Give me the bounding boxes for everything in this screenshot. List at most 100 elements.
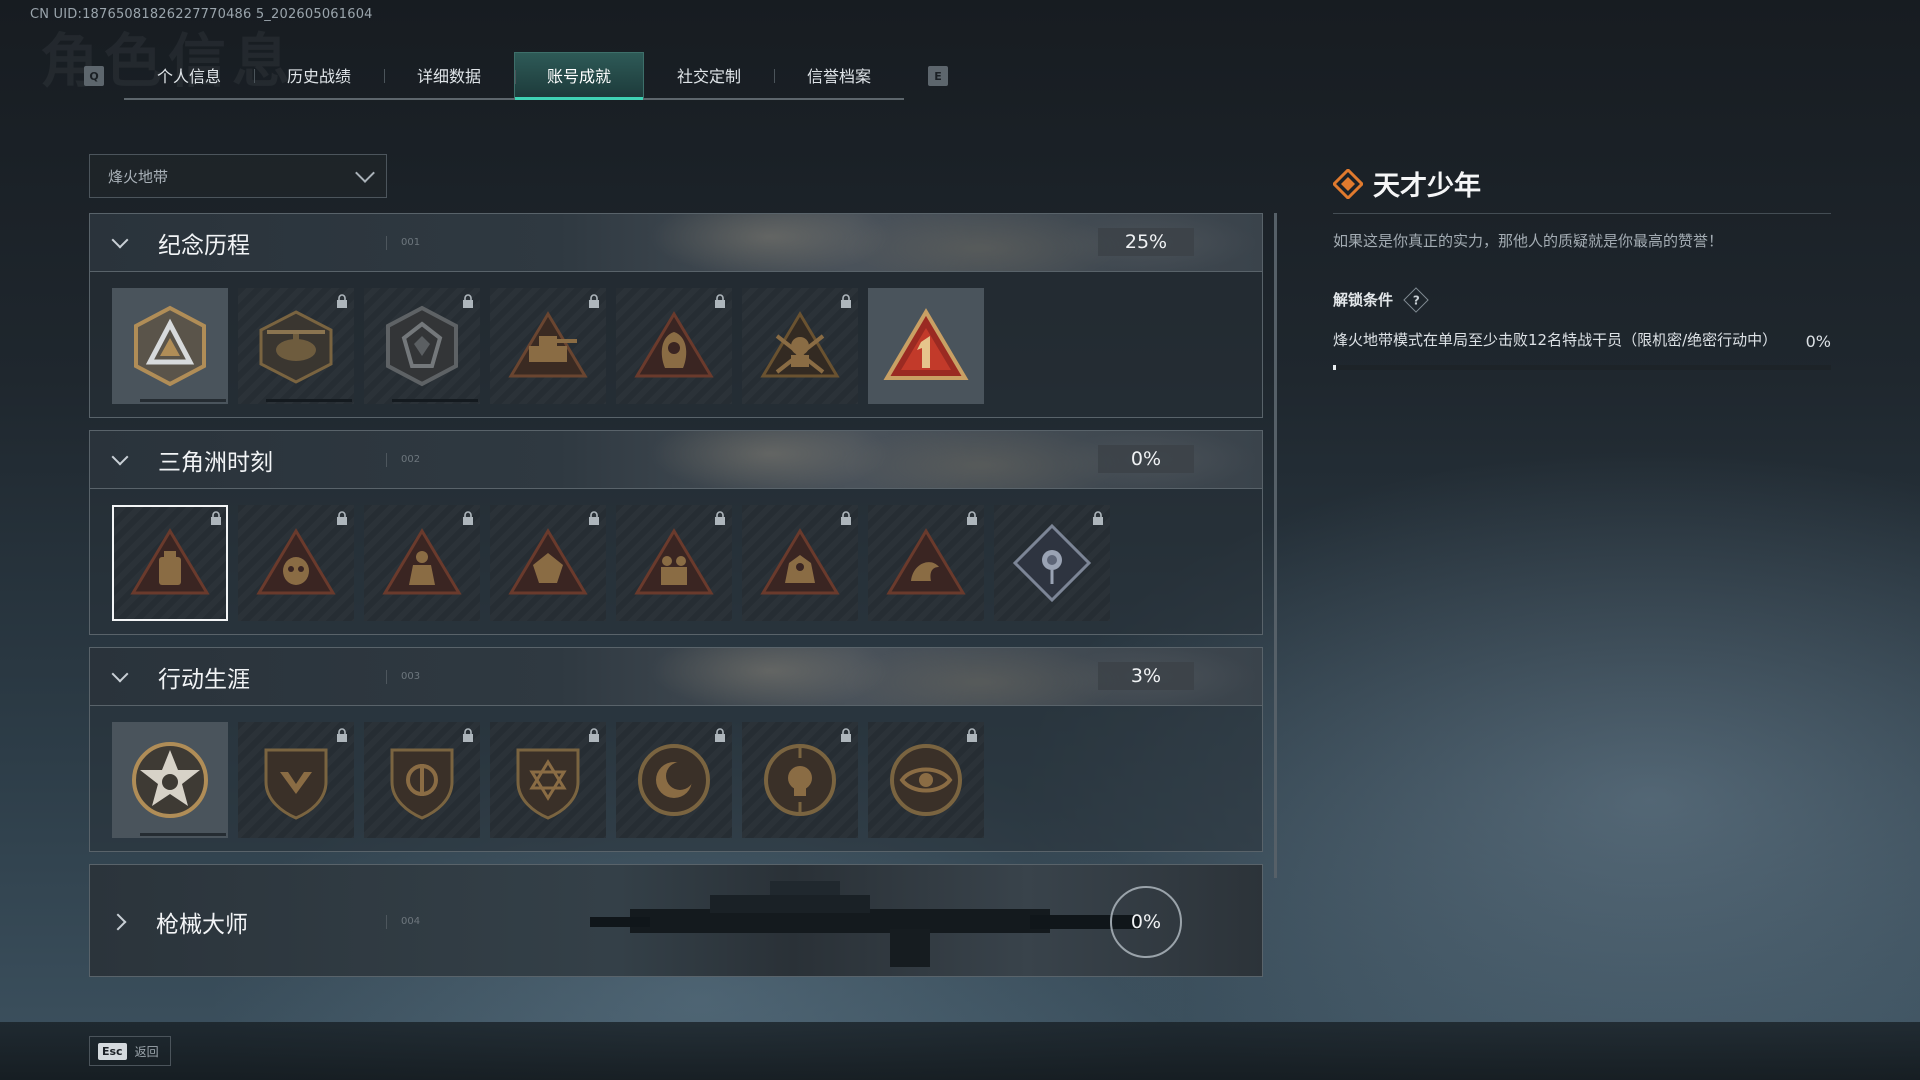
badge-slot[interactable] [490, 505, 606, 621]
badge-row [90, 705, 1262, 851]
expand-arrow-icon[interactable] [109, 913, 127, 930]
badge-progress-bar [266, 399, 352, 402]
lock-icon [463, 294, 473, 308]
category-title: 三角洲时刻 [158, 449, 273, 476]
help-icon-glyph: ? [1412, 292, 1420, 307]
category-weapon-master[interactable]: 枪械大师 004 0% [89, 864, 1263, 977]
lock-icon [715, 294, 725, 308]
tab-social-custom[interactable]: 社交定制 [644, 52, 774, 98]
rose-badge-icon [1012, 523, 1092, 603]
lock-icon [337, 294, 347, 308]
lock-icon [715, 728, 725, 742]
condition-text: 烽火地带模式在单局至少击败12名特战干员（限机密/绝密行动中） [1333, 331, 1778, 349]
fist-badge-icon [508, 528, 588, 595]
mode-dropdown-value: 烽火地带 [108, 167, 169, 186]
category-header[interactable]: 三角洲时刻 002 0% [90, 431, 1262, 488]
lock-icon [841, 511, 851, 525]
condition-progress-bar [1333, 365, 1831, 370]
helicopter-badge-icon [259, 310, 333, 384]
badge-slot[interactable] [490, 722, 606, 838]
badge-row [90, 488, 1262, 634]
badge-slot[interactable] [742, 722, 858, 838]
badge-slot[interactable] [364, 505, 480, 621]
back-label: 返回 [134, 1044, 159, 1059]
lock-icon [967, 728, 977, 742]
detail-header: 天才少年 [1333, 164, 1831, 214]
category-percent: 25% [1098, 228, 1194, 256]
badge-row [90, 271, 1262, 417]
badge-slot[interactable] [238, 722, 354, 838]
badge-slot[interactable] [238, 505, 354, 621]
category-percent: 3% [1098, 662, 1194, 690]
badge-slot[interactable] [616, 722, 732, 838]
soldiers-badge-icon [634, 528, 714, 595]
badge-slot[interactable] [112, 288, 228, 404]
category-memorial: 纪念历程 001 25% [89, 213, 1263, 418]
e-key-hint[interactable]: E [928, 66, 948, 86]
collapse-arrow-icon[interactable] [111, 665, 129, 682]
category-title: 枪械大师 [156, 911, 248, 938]
category-number: 001 [386, 236, 420, 250]
collapse-arrow-icon[interactable] [111, 231, 129, 248]
badge-slot[interactable] [112, 722, 228, 838]
soldier-crossed-rifles-badge-icon [760, 311, 840, 378]
category-percent-ring: 0% [1110, 886, 1182, 958]
badge-slot[interactable] [238, 288, 354, 404]
lock-icon [463, 511, 473, 525]
category-percent: 0% [1098, 445, 1194, 473]
badge-slot[interactable] [364, 722, 480, 838]
q-key-hint[interactable]: Q [84, 66, 104, 86]
triangle-shield-badge-icon [134, 305, 206, 387]
star-shield-badge-icon [516, 748, 580, 820]
lock-icon [715, 511, 725, 525]
category-header[interactable]: 枪械大师 004 0% [90, 865, 1262, 976]
esc-key-hint: Esc [98, 1042, 127, 1060]
badge-progress-bar [392, 399, 478, 402]
badge-slot[interactable] [994, 505, 1110, 621]
condition-percent: 0% [1805, 332, 1831, 351]
category-title: 行动生涯 [158, 666, 250, 693]
collapse-arrow-icon[interactable] [111, 448, 129, 465]
tank-badge-icon [508, 311, 588, 378]
lock-icon [1093, 511, 1103, 525]
badge-slot[interactable] [742, 288, 858, 404]
lock-icon [589, 728, 599, 742]
category-delta-moments: 三角洲时刻 002 0% [89, 430, 1263, 635]
tab-achievements[interactable]: 账号成就 [514, 52, 644, 100]
badge-slot[interactable] [742, 505, 858, 621]
gasmask-badge-icon [256, 528, 336, 595]
category-operation-career: 行动生涯 003 3% [89, 647, 1263, 852]
lock-icon [841, 294, 851, 308]
condition-progress-fill [1333, 365, 1336, 370]
badge-slot[interactable] [364, 288, 480, 404]
unlock-condition-title: 解锁条件 [1333, 291, 1394, 309]
number-one-badge-icon [883, 308, 969, 380]
badge-slot[interactable] [868, 722, 984, 838]
badge-slot[interactable] [616, 505, 732, 621]
help-icon[interactable]: ? [1403, 286, 1429, 313]
lock-icon [211, 511, 221, 525]
wing-shield-badge-icon [264, 748, 328, 820]
list-scrollbar[interactable] [1274, 213, 1277, 878]
lock-icon [337, 511, 347, 525]
lock-icon [841, 728, 851, 742]
badge-slot[interactable] [868, 288, 984, 404]
moon-coin-badge-icon [638, 744, 710, 816]
mode-dropdown[interactable]: 烽火地带 [89, 154, 387, 198]
badge-slot-selected[interactable] [112, 505, 228, 621]
category-header[interactable]: 纪念历程 001 25% [90, 214, 1262, 271]
badge-slot[interactable] [490, 288, 606, 404]
tab-detailed-data[interactable]: 详细数据 [384, 52, 514, 98]
badge-slot[interactable] [616, 288, 732, 404]
eye-coin-badge-icon [890, 744, 962, 816]
tab-match-history[interactable]: 历史战绩 [254, 52, 384, 98]
back-button[interactable]: Esc 返回 [89, 1036, 171, 1066]
badge-slot[interactable] [868, 505, 984, 621]
tab-personal-info[interactable]: 个人信息 [124, 52, 254, 98]
tab-reputation[interactable]: 信誉档案 [774, 52, 904, 98]
lock-icon [589, 294, 599, 308]
tab-strip: 个人信息 历史战绩 详细数据 账号成就 社交定制 信誉档案 [124, 52, 904, 100]
bottom-bar: Esc 返回 [0, 1022, 1920, 1080]
dragon-badge-icon [886, 528, 966, 595]
category-header[interactable]: 行动生涯 003 3% [90, 648, 1262, 705]
